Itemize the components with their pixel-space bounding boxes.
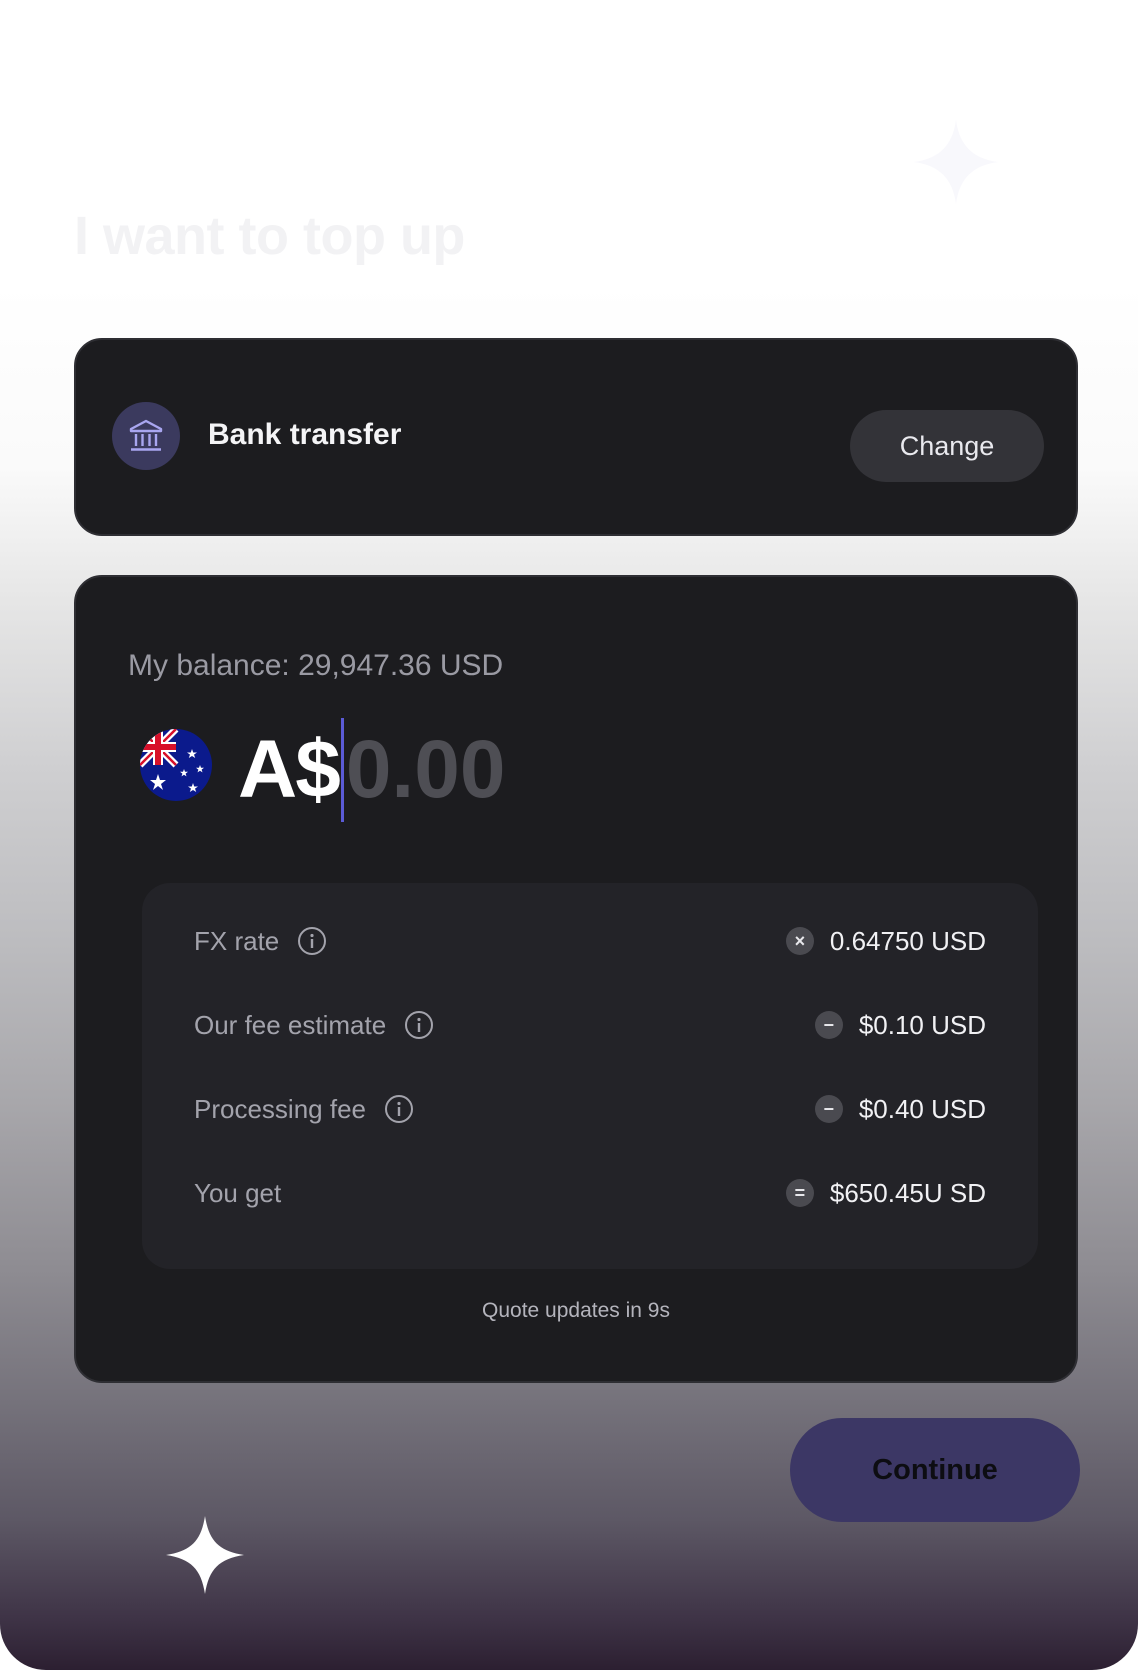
page-title: I want to top up	[74, 206, 465, 266]
bank-icon	[112, 402, 180, 470]
amount-card: My balance: 29,947.36 USD A$ 0.00 FX rat…	[74, 575, 1078, 1383]
sparkle-icon	[914, 120, 998, 204]
amount-input[interactable]	[345, 723, 606, 817]
balance-text: My balance: 29,947.36 USD	[128, 649, 504, 682]
info-icon[interactable]	[297, 926, 327, 956]
multiply-icon: ×	[785, 927, 814, 955]
payment-method-card: Bank transfer Change	[74, 338, 1078, 536]
change-method-button[interactable]: Change	[850, 410, 1044, 482]
quote-value: $0.40 USD	[858, 1093, 986, 1124]
minus-icon: −	[814, 1095, 843, 1123]
quote-breakdown: FX rate × 0.64750 USD Our fee estimate −…	[142, 883, 1038, 1269]
quote-value: $0.10 USD	[858, 1009, 986, 1040]
quote-value: 0.64750 USD	[829, 925, 986, 956]
minus-icon: −	[814, 1011, 843, 1039]
quote-row-processing-fee: Processing fee − $0.40 USD	[194, 1089, 986, 1129]
currency-symbol: A$	[238, 724, 341, 815]
quote-label: FX rate	[194, 925, 280, 956]
quote-row-you-get: You get = $650.45U SD	[194, 1173, 986, 1213]
quote-row-fx-rate: FX rate × 0.64750 USD	[194, 921, 986, 961]
sparkle-icon	[166, 1516, 244, 1594]
quote-countdown: Quote updates in 9s	[482, 1299, 670, 1322]
continue-button[interactable]: Continue	[790, 1418, 1080, 1522]
quote-label: Processing fee	[194, 1093, 366, 1124]
info-icon[interactable]	[384, 1094, 414, 1124]
info-icon[interactable]	[404, 1010, 434, 1040]
australia-flag-icon[interactable]	[140, 729, 212, 801]
payment-method-label: Bank transfer	[208, 418, 402, 451]
quote-label: You get	[194, 1177, 282, 1208]
amount-row: A$	[238, 715, 606, 825]
text-caret	[340, 718, 344, 822]
quote-row-fee-estimate: Our fee estimate − $0.10 USD	[194, 1005, 986, 1045]
top-up-screen: I want to top up Bank transfer Change My…	[0, 0, 1138, 1670]
quote-value: $650.45U SD	[829, 1177, 986, 1208]
equals-icon: =	[785, 1179, 814, 1207]
quote-label: Our fee estimate	[194, 1009, 387, 1040]
